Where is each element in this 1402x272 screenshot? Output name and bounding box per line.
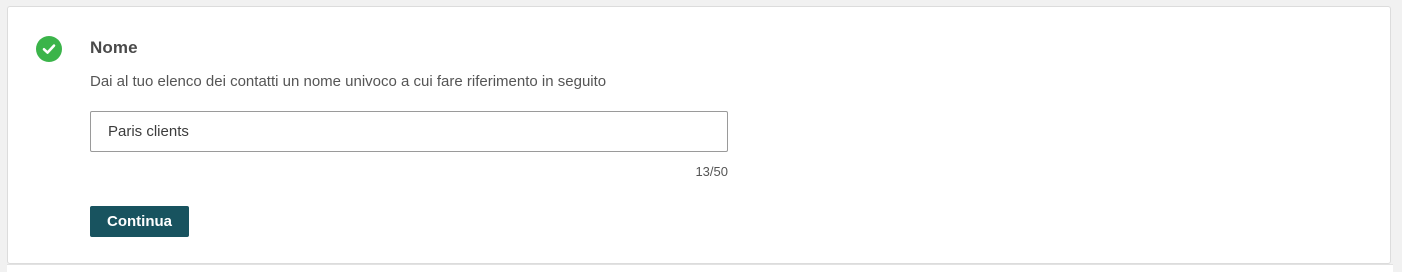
checkmark-icon [42,44,56,54]
step-description: Dai al tuo elenco dei contatti un nome u… [90,73,607,90]
list-name-input[interactable] [90,111,728,152]
step-card: Nome Dai al tuo elenco dei contatti un n… [7,6,1391,264]
character-counter: 13/50 [695,164,728,179]
step-title: Nome [90,38,138,57]
continue-button[interactable]: Continua [90,206,189,237]
check-circle-icon [36,36,62,62]
